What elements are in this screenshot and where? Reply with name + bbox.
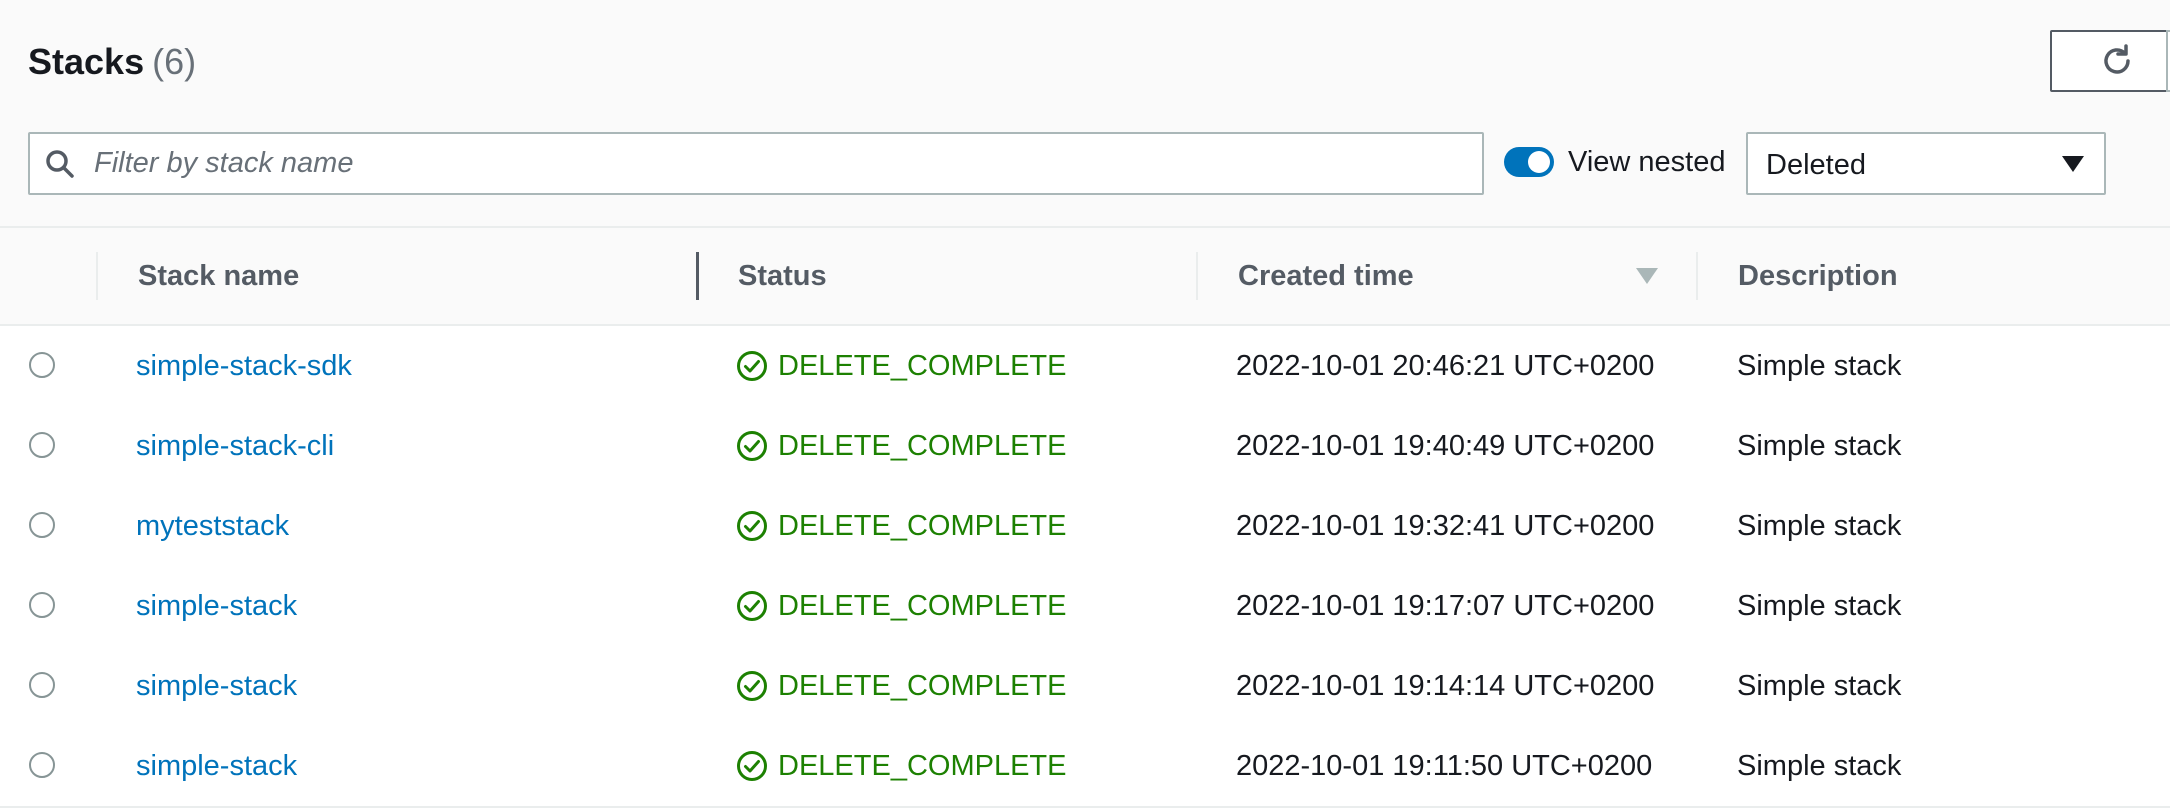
- stack-name-link[interactable]: simple-stack: [136, 670, 297, 702]
- status-text: DELETE_COMPLETE: [778, 670, 1067, 702]
- filter-stacks-field[interactable]: [28, 132, 1484, 195]
- description-cell: Simple stack: [1737, 510, 1902, 542]
- search-icon: [46, 150, 74, 178]
- next-action-button-edge[interactable]: [2166, 30, 2170, 92]
- row-select-radio[interactable]: [29, 752, 55, 778]
- check-circle-icon: [737, 671, 767, 701]
- check-circle-icon: [737, 751, 767, 781]
- status-filter-select[interactable]: Deleted: [1746, 132, 2106, 195]
- row-select-radio[interactable]: [29, 432, 55, 458]
- status-filter-value: Deleted: [1766, 149, 1866, 181]
- created-time-cell: 2022-10-01 19:11:50 UTC+0200: [1236, 750, 1653, 782]
- row-select-radio[interactable]: [29, 512, 55, 538]
- table-row[interactable]: simple-stack-cli DELETE_COMPLETE 2022-10-0…: [0, 406, 2170, 488]
- created-time-cell: 2022-10-01 20:46:21 UTC+0200: [1236, 350, 1655, 382]
- column-header-stack-name[interactable]: Stack name: [138, 228, 299, 324]
- status-cell: DELETE_COMPLETE: [736, 566, 1066, 646]
- sort-descending-icon[interactable]: [1636, 268, 1658, 284]
- filter-stacks-input[interactable]: [94, 134, 1474, 193]
- table-header: Stack name Status Created time Descripti…: [0, 228, 2170, 326]
- status-cell: DELETE_COMPLETE: [736, 646, 1066, 726]
- row-select-radio[interactable]: [29, 592, 55, 618]
- stacks-header: Stacks(6) View nested Deleted: [0, 0, 2170, 228]
- description-cell: Simple stack: [1737, 350, 1902, 382]
- check-circle-icon: [737, 431, 767, 461]
- column-header-description[interactable]: Description: [1738, 228, 1898, 324]
- stack-name-cell: simple-stack: [136, 646, 297, 726]
- description-cell: Simple stack: [1737, 670, 1902, 702]
- description-cell: Simple stack: [1737, 430, 1902, 462]
- description-cell: Simple stack: [1737, 750, 1902, 782]
- stack-name-cell: simple-stack-sdk: [136, 326, 352, 406]
- stack-name-link[interactable]: simple-stack-sdk: [136, 350, 352, 382]
- page-title: Stacks (6): [28, 38, 196, 86]
- status-cell: DELETE_COMPLETE: [736, 486, 1066, 566]
- table-row[interactable]: simple-stack DELETE_COMPLETE 2022-10-01 19…: [0, 566, 2170, 648]
- description-cell: Simple stack: [1737, 590, 1902, 622]
- toggle-knob: [1528, 151, 1550, 173]
- status-cell: DELETE_COMPLETE: [736, 406, 1066, 486]
- status-text: DELETE_COMPLETE: [778, 430, 1067, 462]
- table-row[interactable]: simple-stack-sdk DELETE_COMPLETE 2022-10-0…: [0, 326, 2170, 408]
- status-text: DELETE_COMPLETE: [778, 750, 1067, 782]
- check-circle-icon: [737, 511, 767, 541]
- stack-name-link[interactable]: simple-stack: [136, 750, 297, 782]
- stack-name-cell: simple-stack: [136, 726, 297, 806]
- refresh-button[interactable]: [2050, 30, 2170, 92]
- stack-name-link[interactable]: simple-stack-cli: [136, 430, 334, 462]
- column-header-status[interactable]: Status: [738, 228, 827, 324]
- check-circle-icon: [737, 591, 767, 621]
- status-text: DELETE_COMPLETE: [778, 350, 1067, 382]
- column-resizer-active[interactable]: [696, 252, 699, 300]
- created-time-cell: 2022-10-01 19:32:41 UTC+0200: [1236, 510, 1655, 542]
- caret-down-icon: [2062, 156, 2084, 172]
- stack-count: (6): [152, 41, 197, 82]
- stack-name-cell: simple-stack: [136, 566, 297, 646]
- view-nested-label: View nested: [1568, 146, 1726, 178]
- check-circle-icon: [737, 351, 767, 381]
- created-time-cell: 2022-10-01 19:17:07 UTC+0200: [1236, 590, 1655, 622]
- row-select-radio[interactable]: [29, 672, 55, 698]
- created-time-cell: 2022-10-01 19:40:49 UTC+0200: [1236, 430, 1655, 462]
- stack-name-cell: myteststack: [136, 486, 289, 566]
- stack-name-cell: simple-stack-cli: [136, 406, 334, 486]
- column-divider[interactable]: [1196, 252, 1198, 300]
- page-title-text: Stacks: [28, 41, 145, 82]
- column-divider[interactable]: [1696, 252, 1698, 300]
- table-row[interactable]: myteststack DELETE_COMPLETE 2022-10-01 19:…: [0, 486, 2170, 568]
- status-text: DELETE_COMPLETE: [778, 510, 1067, 542]
- stack-name-link[interactable]: myteststack: [136, 510, 289, 542]
- table-row[interactable]: simple-stack DELETE_COMPLETE 2022-10-01 19…: [0, 646, 2170, 728]
- view-nested-toggle[interactable]: [1504, 147, 1554, 177]
- status-text: DELETE_COMPLETE: [778, 590, 1067, 622]
- stack-name-link[interactable]: simple-stack: [136, 590, 297, 622]
- column-header-created-time[interactable]: Created time: [1238, 228, 1414, 324]
- status-cell: DELETE_COMPLETE: [736, 726, 1066, 806]
- row-select-radio[interactable]: [29, 352, 55, 378]
- created-time-cell: 2022-10-01 19:14:14 UTC+0200: [1236, 670, 1655, 702]
- column-divider[interactable]: [96, 252, 98, 300]
- status-cell: DELETE_COMPLETE: [736, 326, 1066, 406]
- refresh-icon: [2104, 44, 2130, 74]
